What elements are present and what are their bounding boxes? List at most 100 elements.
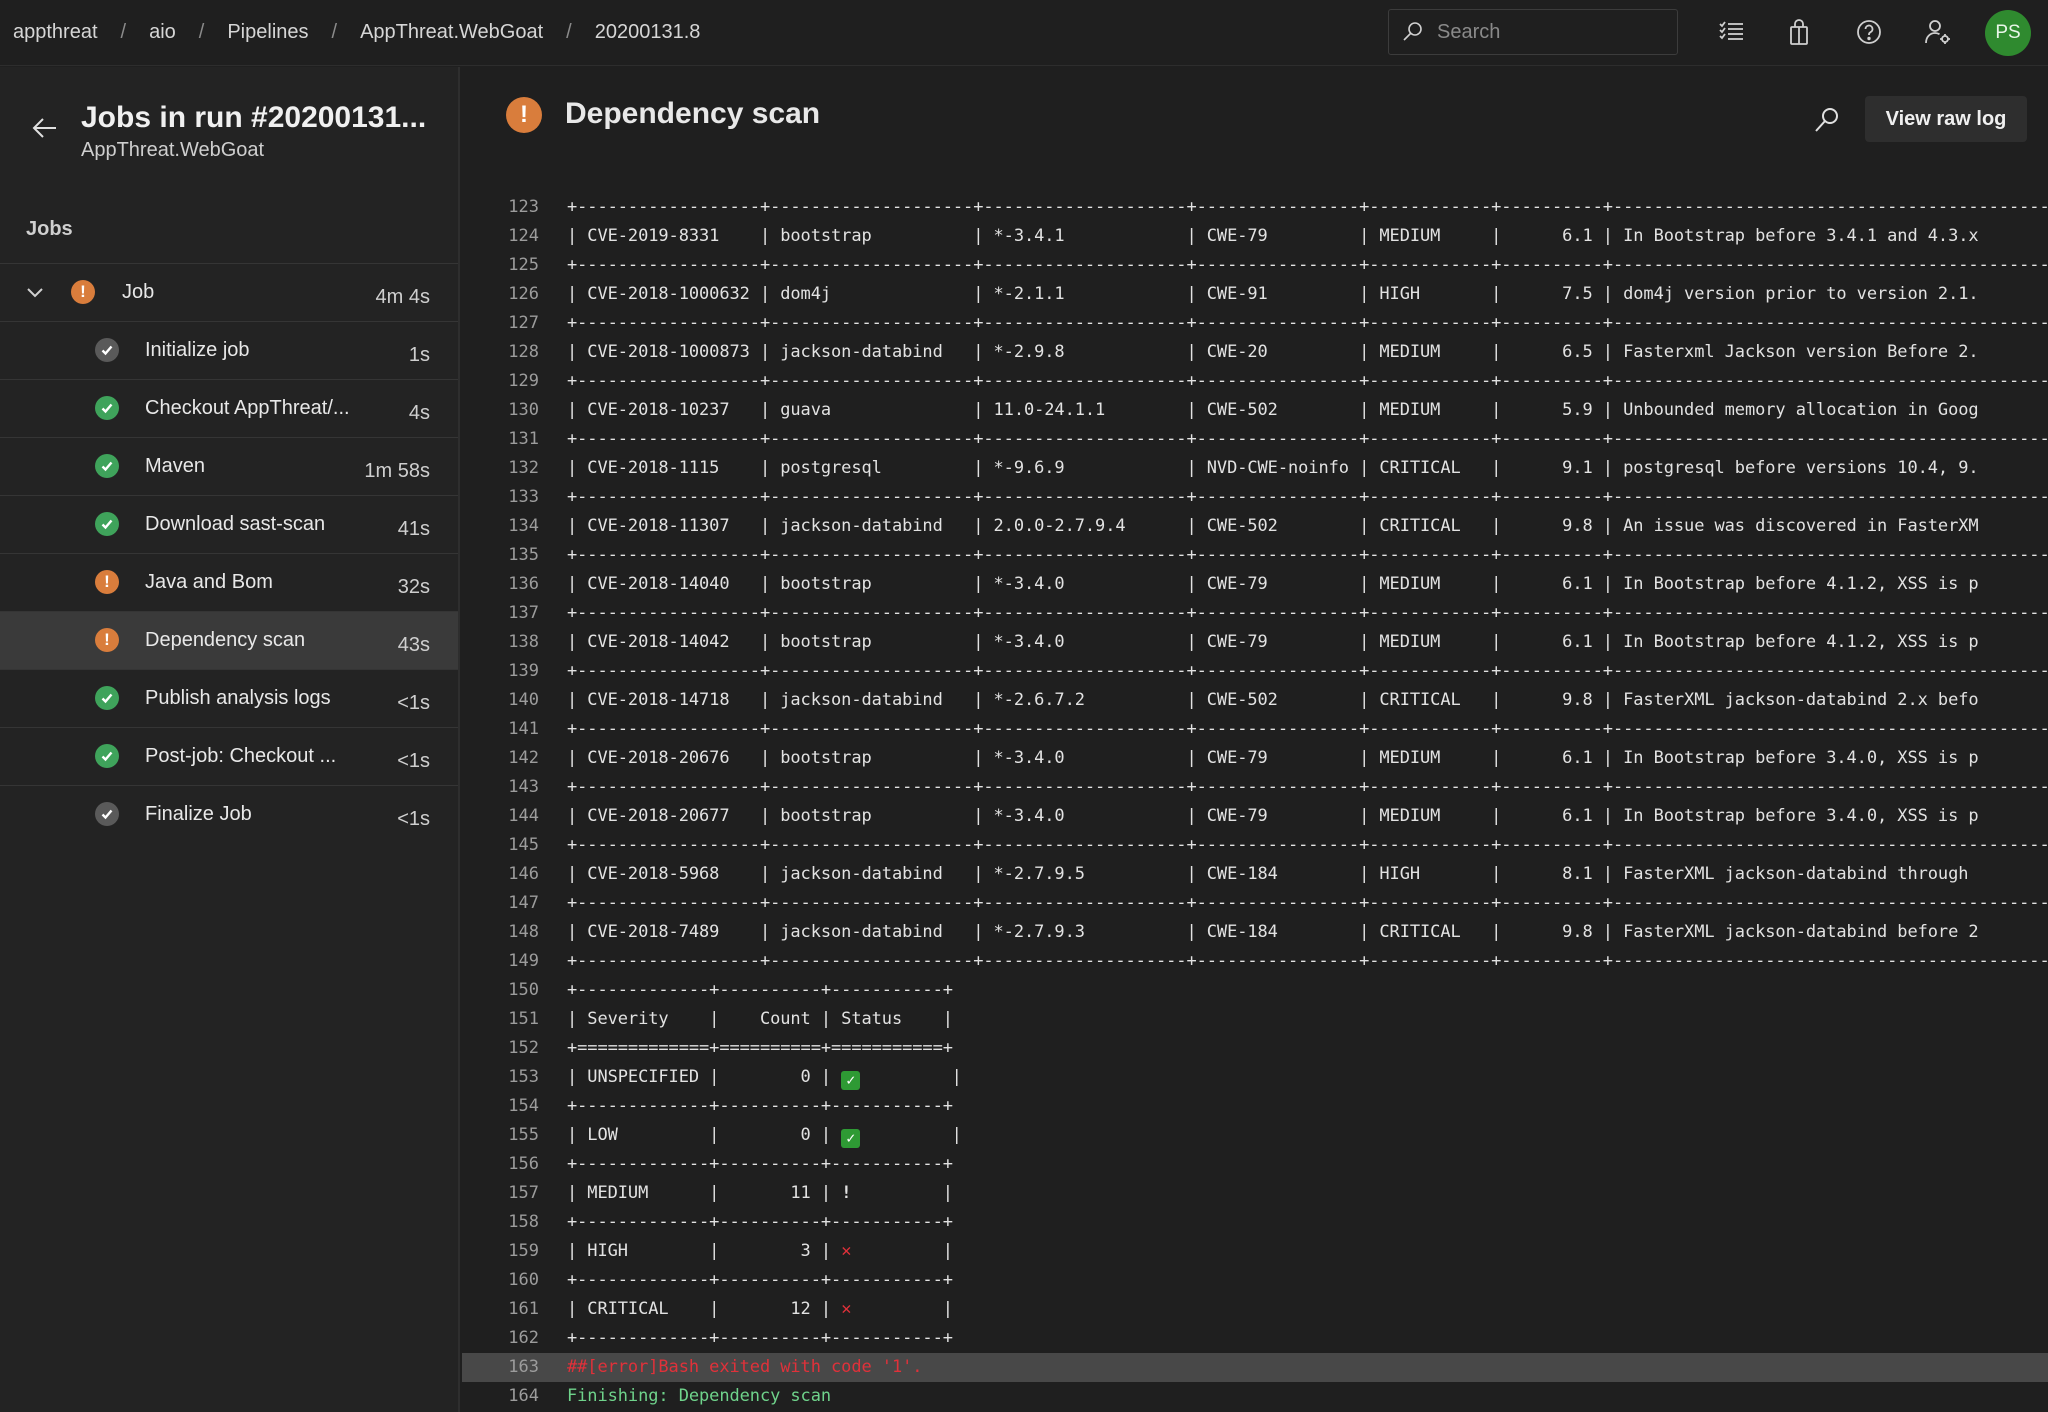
- line-number: 141: [508, 719, 539, 739]
- job-step-row[interactable]: Post-job: Checkout ... <1s: [0, 727, 458, 785]
- line-number: 142: [508, 748, 539, 768]
- step-label: Checkout AppThreat/...: [145, 397, 350, 419]
- line-number: 136: [508, 574, 539, 594]
- log-line: 157 | MEDIUM | 11 | ! |: [462, 1179, 2048, 1208]
- cross-mark-icon: ✕: [841, 1241, 852, 1261]
- log-text: +------------------+--------------------…: [567, 487, 2048, 507]
- job-step-row[interactable]: Publish analysis logs <1s: [0, 669, 458, 727]
- search-input[interactable]: [1437, 20, 1667, 44]
- log-text: | HIGH | 3 | ✕ |: [567, 1241, 953, 1261]
- log-line: 158 +-------------+----------+-----------…: [462, 1208, 2048, 1237]
- breadcrumb-run[interactable]: 20200131.8: [595, 21, 701, 44]
- log-text: | CVE-2018-5968 | jackson-databind | *-2…: [567, 864, 1979, 884]
- log-line: 126 | CVE-2018-1000632 | dom4j | *-2.1.1 …: [462, 280, 2048, 309]
- log-line: 163 ##[error]Bash exited with code '1'.: [462, 1353, 2048, 1382]
- log-line: 143 +------------------+-----------------…: [462, 773, 2048, 802]
- user-settings-icon[interactable]: [1922, 16, 1954, 48]
- warning-icon: !: [95, 570, 119, 594]
- warning-icon: !: [71, 280, 95, 304]
- log-line: 142 | CVE-2018-20676 | bootstrap | *-3.4.…: [462, 744, 2048, 773]
- log-text: +------------------+--------------------…: [567, 429, 2048, 449]
- line-number: 138: [508, 632, 539, 652]
- search-box[interactable]: [1388, 9, 1678, 55]
- log-line: 162 +-------------+----------+-----------…: [462, 1324, 2048, 1353]
- exclamation-icon: !: [841, 1183, 852, 1203]
- marketplace-bag-icon[interactable]: [1783, 16, 1815, 48]
- check-circle-icon: [95, 686, 119, 710]
- log-line: 134 | CVE-2018-11307 | jackson-databind |…: [462, 512, 2048, 541]
- log-line: 127 +------------------+-----------------…: [462, 309, 2048, 338]
- step-label: Post-job: Checkout ...: [145, 745, 337, 767]
- log-text: +------------------+--------------------…: [567, 603, 2048, 623]
- check-mark-icon: ✓: [841, 1071, 861, 1090]
- job-step-row[interactable]: Initialize job 1s: [0, 321, 458, 379]
- work-items-icon[interactable]: [1715, 16, 1747, 48]
- job-duration: 4m 4s: [375, 286, 430, 308]
- log-line: 154 +-------------+----------+-----------…: [462, 1092, 2048, 1121]
- check-mark-icon: ✓: [841, 1129, 861, 1148]
- job-step-row[interactable]: ! Java and Bom 32s: [0, 553, 458, 611]
- breadcrumb-org[interactable]: appthreat: [13, 21, 98, 44]
- log-text: | CVE-2018-7489 | jackson-databind | *-2…: [567, 922, 1979, 942]
- line-number: 147: [508, 893, 539, 913]
- step-duration: 4s: [408, 402, 430, 424]
- line-number: 161: [508, 1299, 539, 1319]
- log-text: | CVE-2018-1115 | postgresql | *-9.6.9 |…: [567, 458, 1979, 478]
- search-log-icon[interactable]: [1812, 105, 1842, 135]
- log-line: 149 +------------------+-----------------…: [462, 947, 2048, 976]
- log-line: 137 +------------------+-----------------…: [462, 599, 2048, 628]
- log-text: | CVE-2018-20677 | bootstrap | *-3.4.0 |…: [567, 806, 1979, 826]
- breadcrumb-separator: /: [198, 21, 205, 43]
- line-number: 164: [508, 1386, 539, 1406]
- log-line: 147 +------------------+-----------------…: [462, 889, 2048, 918]
- log-line: 160 +-------------+----------+-----------…: [462, 1266, 2048, 1295]
- chevron-down-icon[interactable]: [24, 281, 46, 303]
- run-pipeline-name: AppThreat.WebGoat: [81, 139, 265, 161]
- log-output: 123 +------------------+-----------------…: [462, 193, 2048, 1411]
- log-line: 151 | Severity | Count | Status |: [462, 1005, 2048, 1034]
- warning-icon: !: [506, 97, 542, 133]
- back-arrow-icon[interactable]: [30, 113, 60, 143]
- log-text: | Severity | Count | Status |: [567, 1009, 953, 1029]
- step-label: Finalize Job: [145, 803, 252, 825]
- log-text: | CVE-2018-1000873 | jackson-databind | …: [567, 342, 1979, 362]
- log-text: | CVE-2018-14040 | bootstrap | *-3.4.0 |…: [567, 574, 1979, 594]
- line-number: 145: [508, 835, 539, 855]
- job-step-row[interactable]: Checkout AppThreat/... 4s: [0, 379, 458, 437]
- log-text: | CVE-2019-8331 | bootstrap | *-3.4.1 | …: [567, 226, 1979, 246]
- job-step-row[interactable]: Download sast-scan 41s: [0, 495, 458, 553]
- search-icon: [1403, 22, 1422, 41]
- line-number: 159: [508, 1241, 539, 1261]
- view-raw-log-button[interactable]: View raw log: [1865, 96, 2027, 142]
- check-circle-icon: [95, 396, 119, 420]
- log-text: Finishing: Dependency scan: [567, 1386, 832, 1406]
- log-text: +-------------+----------+-----------+: [567, 1328, 953, 1348]
- job-step-row[interactable]: Finalize Job <1s: [0, 785, 458, 843]
- avatar[interactable]: PS: [1985, 10, 2031, 56]
- help-icon[interactable]: [1853, 16, 1885, 48]
- log-line: 155 | LOW | 0 | ✓ |: [462, 1121, 2048, 1150]
- line-number: 157: [508, 1183, 539, 1203]
- log-line: 141 +------------------+-----------------…: [462, 715, 2048, 744]
- line-number: 132: [508, 458, 539, 478]
- job-step-row[interactable]: Maven 1m 58s: [0, 437, 458, 495]
- log-line: 153 | UNSPECIFIED | 0 | ✓ |: [462, 1063, 2048, 1092]
- step-label: Initialize job: [145, 339, 250, 361]
- log-line: 136 | CVE-2018-14040 | bootstrap | *-3.4.…: [462, 570, 2048, 599]
- line-number: 131: [508, 429, 539, 449]
- log-line: 159 | HIGH | 3 | ✕ |: [462, 1237, 2048, 1266]
- line-number: 135: [508, 545, 539, 565]
- breadcrumb-project[interactable]: aio: [149, 21, 176, 44]
- job-group-row[interactable]: ! Job 4m 4s: [0, 263, 458, 321]
- line-number: 151: [508, 1009, 539, 1029]
- step-duration: 1m 58s: [364, 460, 430, 482]
- breadcrumb-pipelines[interactable]: Pipelines: [227, 21, 308, 44]
- line-number: 128: [508, 342, 539, 362]
- line-number: 130: [508, 400, 539, 420]
- cross-mark-icon: ✕: [841, 1299, 852, 1319]
- job-step-row[interactable]: ! Dependency scan 43s: [0, 611, 458, 669]
- breadcrumb-pipeline[interactable]: AppThreat.WebGoat: [360, 21, 543, 44]
- step-duration: <1s: [397, 750, 430, 772]
- step-label: Download sast-scan: [145, 513, 326, 535]
- breadcrumb: appthreat / aio / Pipelines / AppThreat.…: [0, 21, 700, 44]
